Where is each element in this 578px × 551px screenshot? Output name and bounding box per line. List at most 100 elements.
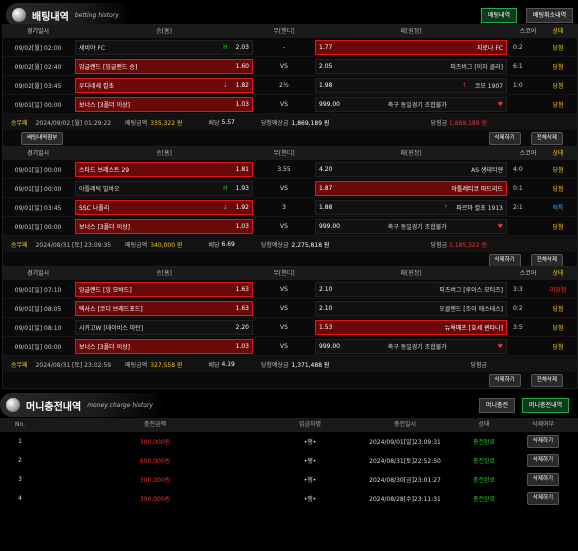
away-pick[interactable]: 4.20 AS 생테티엔	[315, 161, 507, 177]
home-pick[interactable]: 보너스 [3폴더 이상] 1.03	[75, 96, 253, 112]
away-team: 뉴욕메츠 [호세 퀸타나]	[444, 324, 503, 332]
expected-label: 당첨예상금	[260, 361, 289, 369]
home-pick[interactable]: 텍사스 [코디 브래드포드] 1.63	[75, 300, 253, 316]
delete-button[interactable]: 삭제하기	[488, 373, 521, 387]
summary-time: 2024/08/31 [토] 23:09:35	[35, 241, 112, 249]
draw-value: VS	[280, 184, 288, 192]
away-odds: 4.20	[319, 165, 333, 173]
ticket-header: 경기일시 승[홈] 무[핸디] 패[원정] 스코어 상태	[3, 25, 577, 38]
match-date: 09/01[일] 07:10	[14, 286, 62, 294]
away-pick[interactable]: 999.00 축구 동일경기 조합불가 ♥	[315, 96, 507, 112]
tab-money-charge-history[interactable]: 머니충전내역	[522, 398, 570, 413]
bet-amount-label: 배팅금액	[125, 241, 148, 249]
tab-betting-history[interactable]: 배팅내역	[481, 8, 518, 23]
delete-row-button[interactable]: 삭제하기	[526, 492, 560, 505]
win-amount-wrap: 당첨금	[462, 360, 487, 369]
away-pick[interactable]: 1.53 뉴욕메츠 [호세 퀸타나]	[315, 319, 507, 335]
away-odds: 999.00	[319, 342, 340, 350]
expected-amount: 2,275,818 원	[291, 241, 330, 249]
delete-button[interactable]: 삭제하기	[488, 253, 521, 267]
heart-icon: ♥	[497, 342, 503, 350]
away-odds: 1.53	[319, 323, 333, 331]
charge-status: 충전완료	[472, 496, 496, 503]
away-team: 피츠버그 [이자 클라]	[450, 63, 503, 71]
bet-row: 09/02[월] 02:40 잉글랜드 [잉글랜드 승] 1.60 VS 2.0…	[3, 57, 577, 76]
home-pick[interactable]: 세비야 FC H 2.03	[75, 39, 253, 55]
away-team: 지로나 FC	[476, 44, 503, 52]
ticket-summary: 승무패 2024/08/31 [토] 23:02:59 배팅금액 327,558…	[3, 356, 577, 372]
away-pick[interactable]: 2.10 피츠버그 [루이스 모티즈]	[315, 281, 507, 297]
away-pick[interactable]: 1.77 지로나 FC	[315, 39, 507, 55]
away-team: 축구 동일경기 조합불가	[387, 343, 447, 351]
tab-money-charge[interactable]: 머니충전	[479, 398, 516, 413]
match-date: 09/01[일] 00:00	[14, 185, 62, 193]
score: 6:1	[513, 62, 523, 70]
score: 0:2	[513, 304, 523, 312]
delete-row-button[interactable]: 삭제하기	[526, 435, 560, 448]
bet-result: 당첨	[552, 44, 564, 52]
charge-status: 충전완료	[472, 439, 496, 446]
delete-row-button[interactable]: 삭제하기	[526, 473, 560, 486]
away-pick[interactable]: 1.98 ↑ 코모 1907	[315, 77, 507, 93]
col-date: 경기일시	[26, 150, 50, 157]
attach-bet-button[interactable]: 배팅내역첨부	[21, 131, 64, 145]
draw-value: 2½	[279, 81, 289, 89]
home-pick[interactable]: 보너스 [3폴더 이상] 1.03	[75, 338, 253, 354]
home-team: 보너스 [3폴더 이상]	[79, 101, 130, 109]
home-odds: 1.03	[235, 100, 249, 108]
charge-time: 2024/08/28[수]23:11:31	[369, 496, 441, 503]
home-odds: 1.60	[235, 62, 249, 70]
away-team: 축구 동일경기 조합불가	[387, 223, 447, 231]
betting-subtitle: betting history	[74, 11, 119, 19]
col-draw: 무[핸디]	[273, 270, 295, 277]
home-odds: 1.63	[235, 304, 249, 312]
away-pick[interactable]: 1.88 ↑ 파르마 칼초 1913	[315, 199, 507, 215]
delete-all-button[interactable]: 전체삭제	[530, 373, 563, 387]
bet-result: 당첨	[552, 82, 564, 90]
home-odds: 1.03	[235, 342, 249, 350]
charge-time: 2024/08/31[토]22:52:50	[369, 458, 441, 465]
expected-amount: 1,869,189 원	[291, 119, 330, 127]
ticket-header: 경기일시 승[홈] 무[핸디] 패[원정] 스코어 상태	[3, 147, 577, 160]
bet-row: 09/01[일] 08:05 텍사스 [코디 브래드포드] 1.63 VS 2.…	[3, 299, 577, 318]
home-pick[interactable]: SSC 나폴리 ↓ 1.92	[75, 199, 253, 215]
home-pick[interactable]: 우디네세 칼초 ↓ 1.82	[75, 77, 253, 93]
win-label: 당첨금	[430, 119, 448, 127]
away-odds: 1.87	[319, 184, 333, 192]
home-pick[interactable]: 시카고W [데이비스 마탄] 2.20	[75, 319, 253, 335]
away-pick[interactable]: 999.00 축구 동일경기 조합불가 ♥	[315, 218, 507, 234]
bet-row: 09/01[일] 00:00 스타드 브레스트 29 1.81 3.55 4.2…	[3, 160, 577, 179]
delete-all-button[interactable]: 전체삭제	[530, 131, 563, 145]
charge-amount: 300,000원	[139, 439, 171, 446]
col-draw: 무[핸디]	[273, 150, 295, 157]
depositor-name: •쟁•	[303, 477, 317, 484]
depositor-name: •쟁•	[303, 458, 317, 465]
away-team: 파르마 칼초 1913	[456, 204, 503, 212]
bet-result: 당첨	[552, 223, 564, 231]
ticket-actions: 배팅내역첨부 삭제하기 전체삭제	[3, 130, 577, 146]
home-pick[interactable]: 잉글랜드 [잉글랜드 승] 1.60	[75, 58, 253, 74]
odds-label: 배당	[208, 119, 220, 127]
home-team: 시카고W [데이비스 마탄]	[79, 324, 144, 332]
away-pick[interactable]: 999.00 축구 동일경기 조합불가 ♥	[315, 338, 507, 354]
home-pick[interactable]: 잉글랜드 [잉 모바드] 1.63	[75, 281, 253, 297]
home-pick[interactable]: 스타드 브레스트 29 1.81	[75, 161, 253, 177]
match-date: 09/01[일] 03:45	[14, 204, 62, 212]
away-pick[interactable]: 1.87 아틀레티코 마드리드	[315, 180, 507, 196]
away-odds: 2.10	[319, 285, 333, 293]
away-odds: 1.88	[319, 203, 333, 211]
delete-all-button[interactable]: 전체삭제	[530, 253, 563, 267]
home-marker-icon: H	[223, 184, 228, 192]
col-status: 상태	[552, 270, 564, 277]
home-pick[interactable]: 아틀레틱 빌바오 H 1.93	[75, 180, 253, 196]
row-no: 3	[18, 476, 22, 483]
tab-betting-cancel-history[interactable]: 배팅취소내역	[526, 8, 574, 23]
odds-label: 배당	[208, 241, 220, 249]
home-pick[interactable]: 보너스 [3폴더 이상] 1.03	[75, 218, 253, 234]
delete-button[interactable]: 삭제하기	[488, 131, 521, 145]
bet-result: 미당첨	[549, 286, 567, 294]
col-amount: 충전금액	[143, 421, 167, 428]
away-pick[interactable]: 2.05 피츠버그 [이자 클라]	[315, 58, 507, 74]
delete-row-button[interactable]: 삭제하기	[526, 454, 560, 467]
away-pick[interactable]: 2.10 오클랜드 [조이 에스테스]	[315, 300, 507, 316]
